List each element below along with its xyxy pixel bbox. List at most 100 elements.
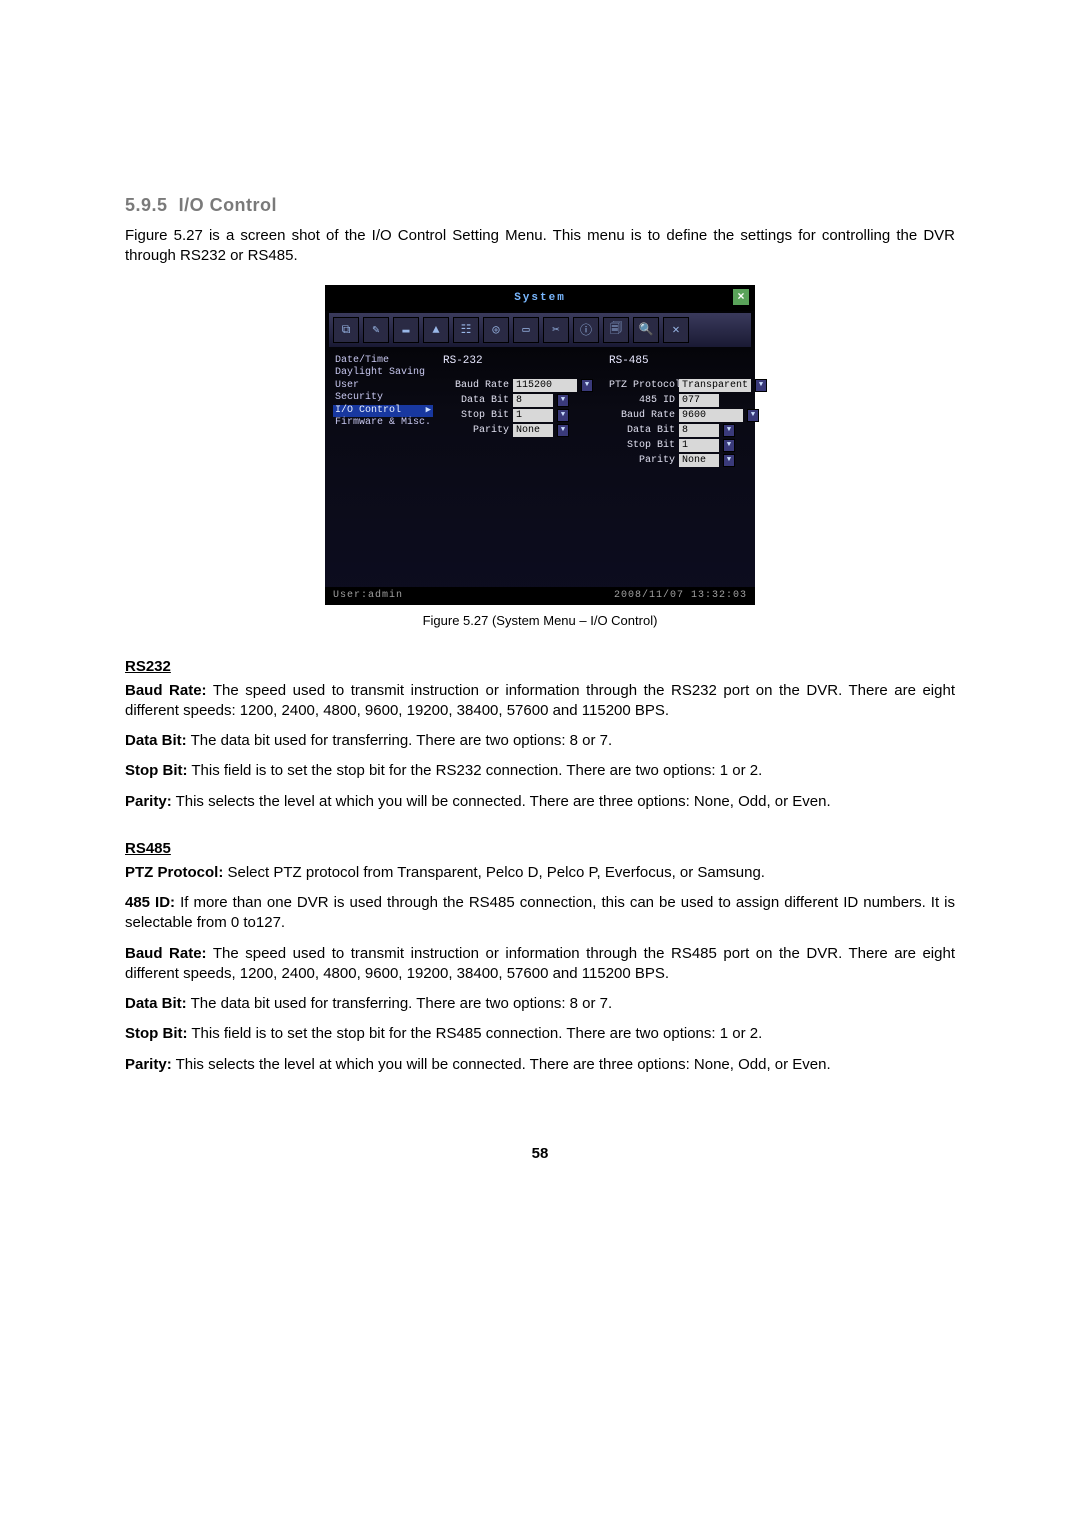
rs232-stop-label: Stop Bit: <box>125 762 187 779</box>
settings-sidebar: Date/TimeDaylight SavingUserSecurityI/O … <box>333 355 433 469</box>
rs485-subhead: RS485 <box>125 840 955 857</box>
toolbar-icon[interactable]: 🗐 <box>603 317 629 343</box>
rs232-stop-para: Stop Bit: This field is to set the stop … <box>125 761 955 781</box>
section-heading: 5.9.5 I/O Control <box>125 195 955 216</box>
rs232-parity-para: Parity: This selects the level at which … <box>125 792 955 812</box>
sidebar-item[interactable]: User <box>333 380 433 393</box>
dropdown-icon[interactable]: ▼ <box>723 424 735 437</box>
system-menu-screenshot: System × ⧉✎▬▲☷◎▭✂ⓘ🗐🔍✕ Date/TimeDaylight … <box>325 285 755 605</box>
toolbar-icon[interactable]: ▲ <box>423 317 449 343</box>
rs485-label: Parity <box>609 455 675 466</box>
sidebar-item[interactable]: Firmware & Misc. <box>333 417 433 430</box>
rs485-id-text: If more than one DVR is used through the… <box>125 894 955 931</box>
toolbar-icon[interactable]: 🔍 <box>633 317 659 343</box>
sidebar-item[interactable]: Date/Time <box>333 355 433 368</box>
sidebar-item[interactable]: Daylight Saving <box>333 367 433 380</box>
rs485-stop-label: Stop Bit: <box>125 1025 187 1042</box>
rs232-value[interactable]: 115200 <box>513 379 577 392</box>
toolbar-icon[interactable]: ◎ <box>483 317 509 343</box>
rs485-parity-para: Parity: This selects the level at which … <box>125 1055 955 1075</box>
toolbar: ⧉✎▬▲☷◎▭✂ⓘ🗐🔍✕ <box>329 313 751 347</box>
rs232-subhead: RS232 <box>125 658 955 675</box>
toolbar-icon[interactable]: ⓘ <box>573 317 599 343</box>
rs485-data-text: The data bit used for transferring. Ther… <box>187 995 613 1012</box>
rs485-value[interactable]: Transparent <box>679 379 751 392</box>
rs485-label: Stop Bit <box>609 440 675 451</box>
window-titlebar: System × <box>325 285 755 311</box>
intro-paragraph: Figure 5.27 is a screen shot of the I/O … <box>125 226 955 267</box>
rs485-row: Stop Bit 1 ▼ <box>609 439 767 452</box>
toolbar-icon[interactable]: ▭ <box>513 317 539 343</box>
dropdown-icon[interactable]: ▼ <box>755 379 767 392</box>
chevron-right-icon: ▶ <box>426 405 431 416</box>
rs232-baud-label: Baud Rate: <box>125 682 207 699</box>
toolbar-icon[interactable]: ⧉ <box>333 317 359 343</box>
dropdown-icon[interactable]: ▼ <box>557 409 569 422</box>
rs232-baud-text: The speed used to transmit instruction o… <box>125 682 955 719</box>
rs485-label: Baud Rate <box>609 410 675 421</box>
rs232-row: Baud Rate115200▼ <box>443 379 593 392</box>
rs485-id-para: 485 ID: If more than one DVR is used thr… <box>125 893 955 934</box>
toolbar-icon[interactable]: ▬ <box>393 317 419 343</box>
rs232-parity-label: Parity: <box>125 793 172 810</box>
rs232-value[interactable]: None <box>513 424 553 437</box>
section-number: 5.9.5 <box>125 195 168 215</box>
rs232-row: Parity None ▼ <box>443 424 593 437</box>
dropdown-icon[interactable]: ▼ <box>723 454 735 467</box>
status-user: User:admin <box>333 590 403 601</box>
rs485-value[interactable]: None <box>679 454 719 467</box>
rs485-stop-para: Stop Bit: This field is to set the stop … <box>125 1024 955 1044</box>
rs485-parity-text: This selects the level at which you will… <box>172 1056 831 1073</box>
dropdown-icon[interactable]: ▼ <box>581 379 593 392</box>
rs485-data-label: Data Bit: <box>125 995 187 1012</box>
rs485-column: RS-485 PTZ Protocol Transparent ▼ 485 ID 077… <box>609 355 767 469</box>
rs232-column: RS-232 Baud Rate115200▼Data Bit8▼Stop Bi… <box>443 355 593 469</box>
rs232-column-title: RS-232 <box>443 355 593 367</box>
rs485-value[interactable]: 077 <box>679 394 719 407</box>
rs485-value[interactable]: 1 <box>679 439 719 452</box>
rs232-label: Parity <box>443 425 509 436</box>
rs485-label: Data Bit <box>609 425 675 436</box>
rs232-value[interactable]: 8 <box>513 394 553 407</box>
rs232-label: Data Bit <box>443 395 509 406</box>
rs485-baud-text: The speed used to transmit instruction o… <box>125 945 955 982</box>
rs485-ptz-para: PTZ Protocol: Select PTZ protocol from T… <box>125 863 955 883</box>
dropdown-icon[interactable]: ▼ <box>747 409 759 422</box>
rs485-value[interactable]: 9600 <box>679 409 743 422</box>
rs232-data-para: Data Bit: The data bit used for transfer… <box>125 731 955 751</box>
rs485-ptz-text: Select PTZ protocol from Transparent, Pe… <box>223 864 765 881</box>
toolbar-icon[interactable]: ✎ <box>363 317 389 343</box>
toolbar-icon[interactable]: ✂ <box>543 317 569 343</box>
rs485-stop-text: This field is to set the stop bit for th… <box>187 1025 762 1042</box>
toolbar-icon[interactable]: ✕ <box>663 317 689 343</box>
rs232-data-text: The data bit used for transferring. Ther… <box>187 732 613 749</box>
rs485-id-label: 485 ID: <box>125 894 175 911</box>
status-timestamp: 2008/11/07 13:32:03 <box>614 590 747 601</box>
rs232-row: Stop Bit1▼ <box>443 409 593 422</box>
dropdown-icon[interactable]: ▼ <box>723 439 735 452</box>
page-number: 58 <box>125 1145 955 1162</box>
rs485-data-para: Data Bit: The data bit used for transfer… <box>125 994 955 1014</box>
rs232-stop-text: This field is to set the stop bit for th… <box>187 762 762 779</box>
rs485-baud-para: Baud Rate: The speed used to transmit in… <box>125 944 955 985</box>
rs232-baud-para: Baud Rate: The speed used to transmit in… <box>125 681 955 722</box>
rs232-data-label: Data Bit: <box>125 732 187 749</box>
rs485-label: 485 ID <box>609 395 675 406</box>
rs485-column-title: RS-485 <box>609 355 767 367</box>
rs232-row: Data Bit 8 ▼ <box>443 394 593 407</box>
rs232-value[interactable]: 1 <box>513 409 553 422</box>
rs485-row: Parity None ▼ <box>609 454 767 467</box>
rs485-label: PTZ Protocol <box>609 380 675 391</box>
sidebar-item[interactable]: Security <box>333 392 433 405</box>
section-title: I/O Control <box>179 195 278 215</box>
rs485-value[interactable]: 8 <box>679 424 719 437</box>
rs485-ptz-label: PTZ Protocol: <box>125 864 223 881</box>
sidebar-item[interactable]: I/O Control▶ <box>333 405 433 418</box>
rs485-row: Baud Rate 9600 ▼ <box>609 409 767 422</box>
rs485-row: PTZ Protocol Transparent ▼ <box>609 379 767 392</box>
dropdown-icon[interactable]: ▼ <box>557 394 569 407</box>
dropdown-icon[interactable]: ▼ <box>557 424 569 437</box>
close-icon[interactable]: × <box>733 289 749 305</box>
window-title: System <box>514 292 566 304</box>
toolbar-icon[interactable]: ☷ <box>453 317 479 343</box>
